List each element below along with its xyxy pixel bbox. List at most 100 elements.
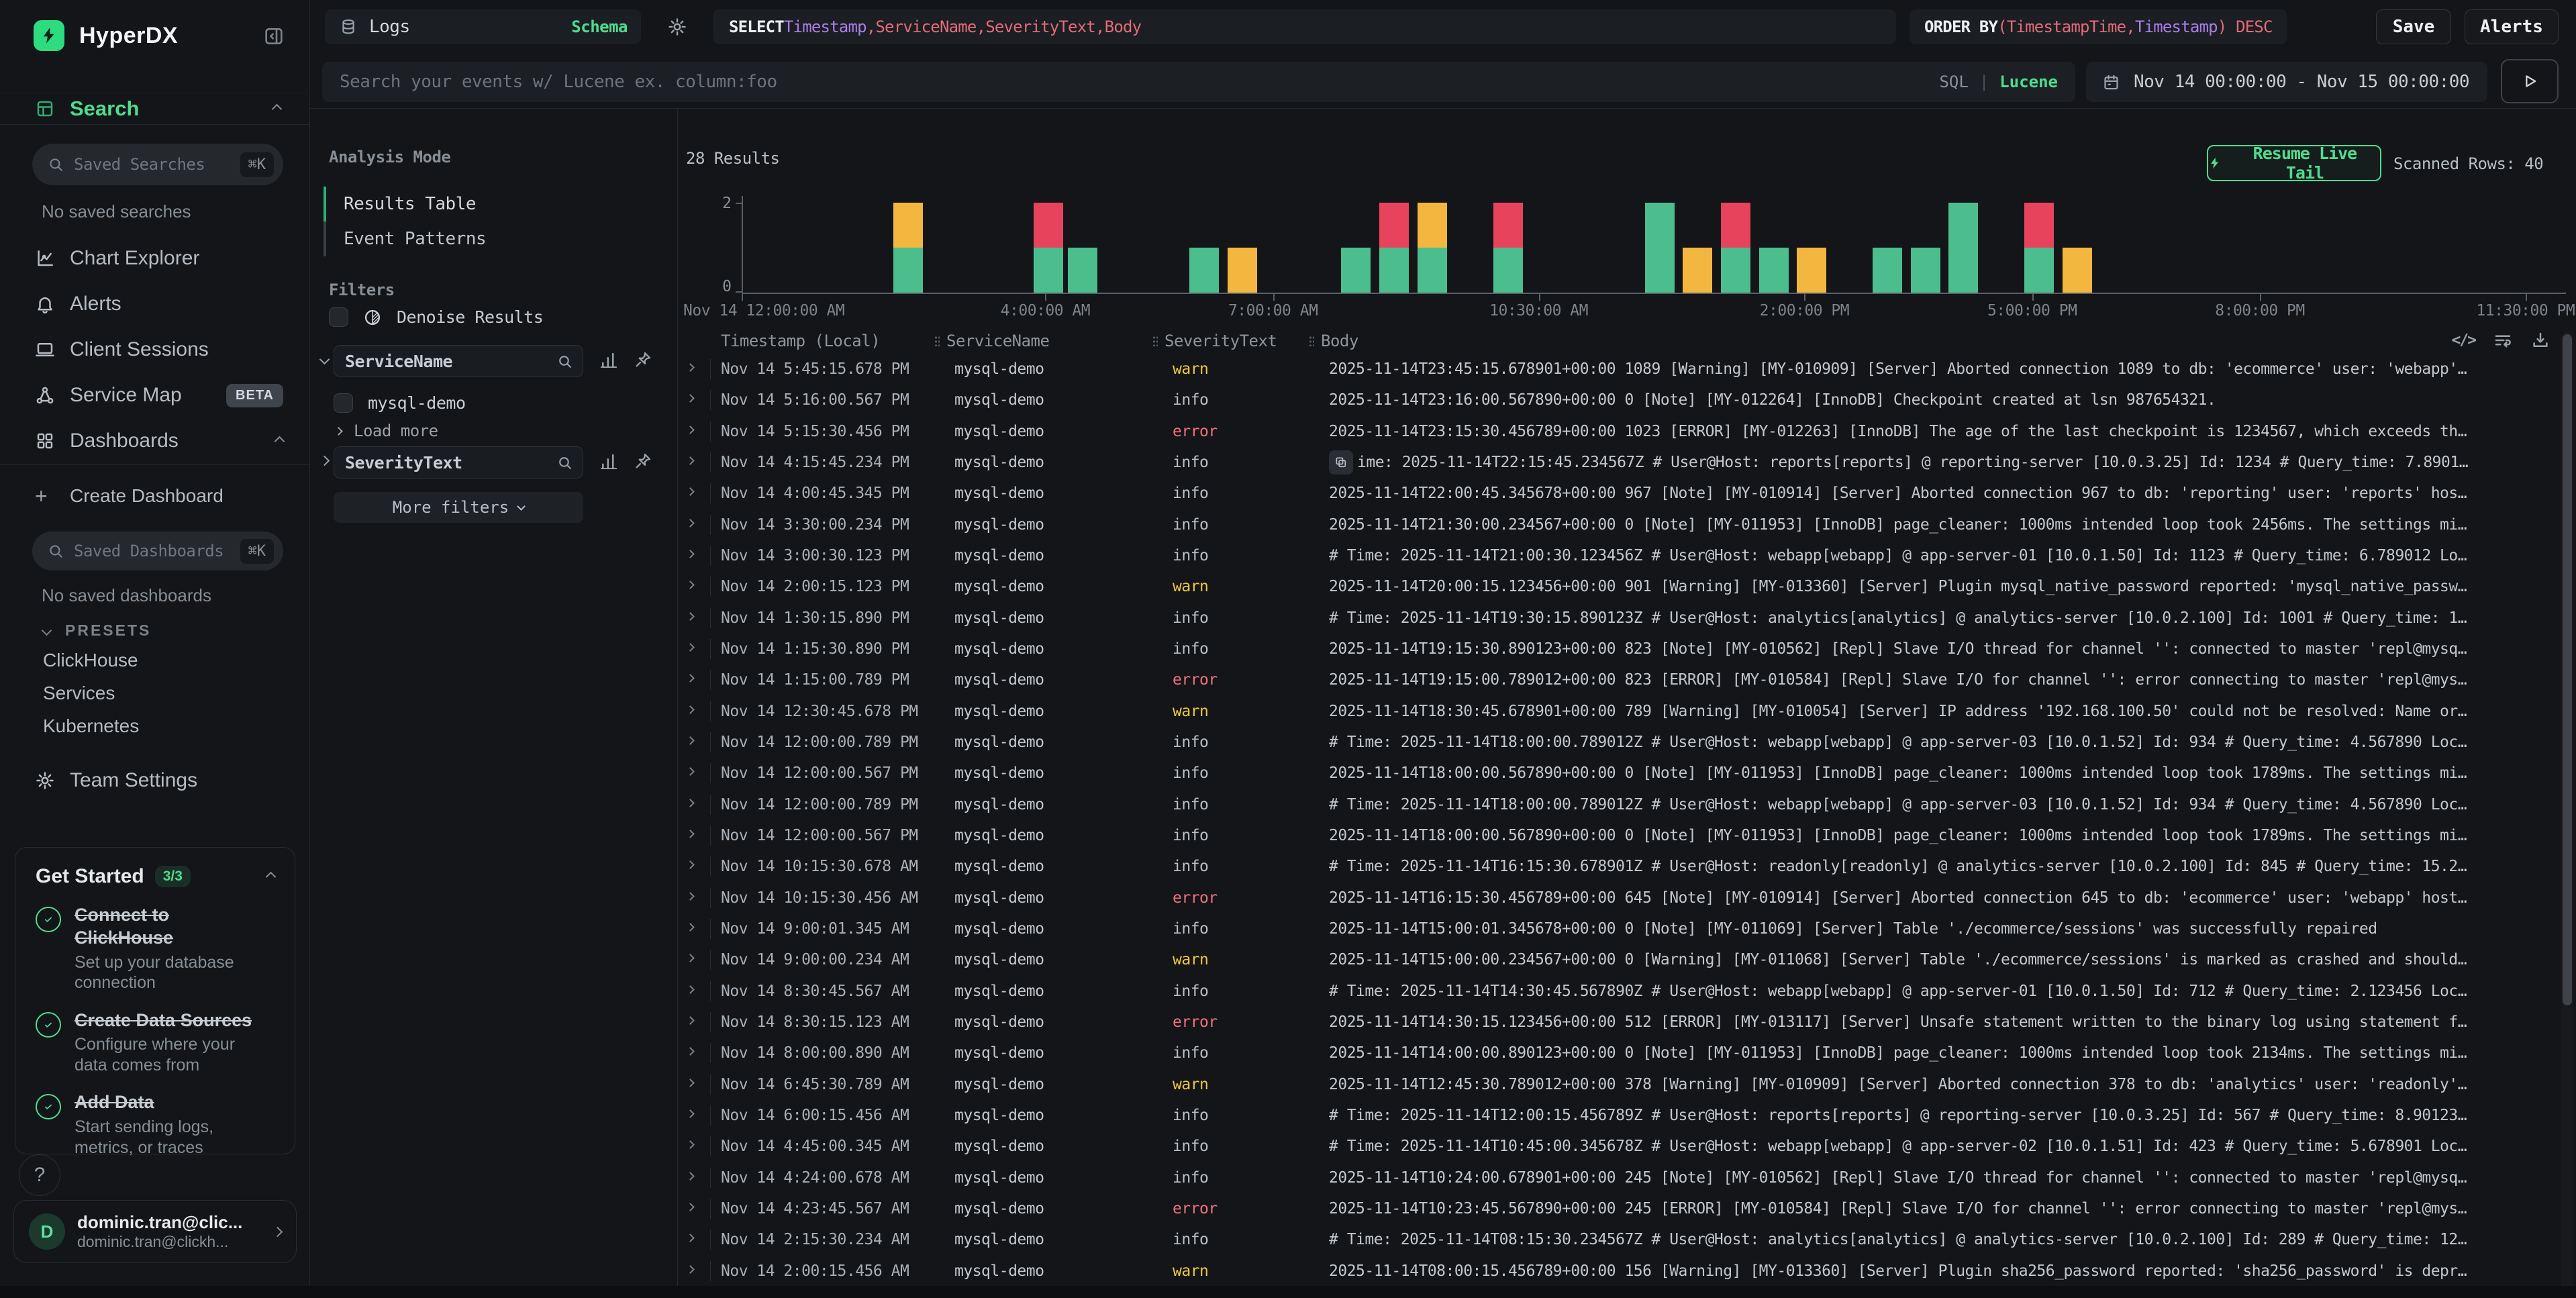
sidebar-item-client-sessions[interactable]: Client Sessions [0,328,310,372]
severitytext-collapse-chevron[interactable] [321,456,328,468]
filter-value-mysql-demo[interactable]: mysql-demo [334,393,466,413]
sidebar-item-preset-clickhouse[interactable]: ClickHouse [43,650,138,671]
row-expand-chevron[interactable] [686,456,695,465]
servicename-filter-box[interactable]: ServiceName [334,345,583,377]
row-expand-chevron[interactable] [686,736,695,745]
table-row[interactable]: Nov 14 8:30:15.123 AMmysql-demoerror2025… [678,1007,2576,1038]
histogram-bar[interactable] [1721,203,1750,293]
sidebar-item-alerts[interactable]: Alerts [0,282,310,326]
histogram-bar[interactable] [1873,248,1902,293]
table-row[interactable]: Nov 14 3:30:00.234 PMmysql-demoinfo2025-… [678,509,2576,540]
alerts-button[interactable]: Alerts [2465,9,2559,44]
search-icon[interactable] [556,353,573,370]
row-expand-chevron[interactable] [686,394,695,403]
chevron-up-icon[interactable] [266,871,277,882]
histogram-bar[interactable] [1683,248,1712,293]
table-row[interactable]: Nov 14 12:00:00.567 PMmysql-demoinfo2025… [678,820,2576,851]
table-row[interactable]: Nov 14 6:45:30.789 AMmysql-demowarn2025-… [678,1069,2576,1100]
event-search-input[interactable] [340,72,1926,92]
mode-event-patterns[interactable]: Event Patterns [324,221,605,256]
row-expand-chevron[interactable] [686,830,695,838]
presets-header[interactable]: PRESETS [43,621,151,640]
collapse-sidebar-icon[interactable] [263,26,285,47]
row-expand-chevron[interactable] [686,550,695,558]
servicename-pin-icon[interactable] [634,350,652,369]
row-expand-chevron[interactable] [686,799,695,807]
histogram-bar[interactable] [1228,248,1257,293]
row-expand-chevron[interactable] [686,705,695,714]
table-row[interactable]: Nov 14 4:23:45.567 AMmysql-demoerror2025… [678,1193,2576,1224]
row-expand-chevron[interactable] [686,426,695,434]
get-started-item[interactable]: Add DataStart sending logs, metrics, or … [36,1091,275,1158]
table-row[interactable]: Nov 14 12:00:00.567 PMmysql-demoinfo2025… [678,758,2576,789]
severitytext-pin-icon[interactable] [634,452,652,470]
table-row[interactable]: Nov 14 5:16:00.567 PMmysql-demoinfo2025-… [678,385,2576,415]
col-body[interactable]: Body [1309,332,1358,350]
severitytext-filter-box[interactable]: SeverityText [334,446,583,479]
drag-handle-icon[interactable] [1309,336,1314,346]
col-timestamp[interactable]: Timestamp (Local) [721,332,880,350]
table-row[interactable]: Nov 14 2:00:15.456 AMmysql-demowarn2025-… [678,1256,2576,1287]
sidebar-item-preset-services[interactable]: Services [43,683,115,704]
sidebar-item-service-map[interactable]: Service Map BETA [0,373,310,417]
row-expand-chevron[interactable] [686,767,695,776]
source-select[interactable]: Logs Schema [325,9,641,44]
table-row[interactable]: Nov 14 6:00:15.456 AMmysql-demoinfo# Tim… [678,1100,2576,1131]
row-expand-chevron[interactable] [686,985,695,994]
table-row[interactable]: Nov 14 5:15:30.456 PMmysql-demoerror2025… [678,416,2576,447]
table-row[interactable]: Nov 14 12:30:45.678 PMmysql-demowarn2025… [678,696,2576,727]
order-by-input[interactable]: ORDER BY (TimestampTime, Timestamp) DESC [1910,9,2287,44]
table-row[interactable]: Nov 14 2:15:30.234 AMmysql-demoinfo# Tim… [678,1224,2576,1255]
wrap-text-icon[interactable] [2493,330,2513,350]
row-expand-chevron[interactable] [686,1203,695,1211]
histogram-bar[interactable] [1068,248,1097,293]
histogram-bar[interactable] [2063,248,2092,293]
histogram-bar[interactable] [1911,248,1940,293]
sidebar-item-preset-kubernetes[interactable]: Kubernetes [43,715,139,737]
settings-gear-icon[interactable] [667,17,687,37]
table-row[interactable]: Nov 14 8:00:00.890 AMmysql-demoinfo2025-… [678,1038,2576,1068]
row-expand-chevron[interactable] [686,1109,695,1118]
histogram-bar[interactable] [1379,203,1409,293]
copy-icon[interactable] [1329,450,1353,475]
row-expand-chevron[interactable] [686,1265,695,1274]
table-row[interactable]: Nov 14 12:00:00.789 PMmysql-demoinfo# Ti… [678,727,2576,758]
histogram-bar[interactable] [1948,203,1978,293]
row-expand-chevron[interactable] [686,860,695,869]
row-expand-chevron[interactable] [686,674,695,683]
table-row[interactable]: Nov 14 4:24:00.678 AMmysql-demoinfo2025-… [678,1162,2576,1193]
results-histogram[interactable]: 2 0 Nov 14 12:00:00 AM4:00:00 AM7:00:00 … [678,109,2576,330]
table-row[interactable]: Nov 14 5:45:15.678 PMmysql-demowarn2025-… [678,354,2576,385]
table-row[interactable]: Nov 14 4:45:00.345 AMmysql-demoinfo# Tim… [678,1131,2576,1162]
table-row[interactable]: Nov 14 2:00:15.123 PMmysql-demowarn2025-… [678,571,2576,602]
user-menu[interactable]: D dominic.tran@clic... dominic.tran@clic… [13,1200,297,1263]
denoise-results-filter[interactable]: Denoise Results [329,307,543,327]
table-row[interactable]: Nov 14 8:30:45.567 AMmysql-demoinfo# Tim… [678,976,2576,1007]
servicename-chart-icon[interactable] [599,350,619,370]
get-started-item[interactable]: Connect to ClickHouseSet up your databas… [36,904,275,993]
download-icon[interactable] [2530,330,2550,350]
create-dashboard-button[interactable]: + Create Dashboard [0,474,310,518]
table-row[interactable]: Nov 14 9:00:00.234 AMmysql-demowarn2025-… [678,944,2576,975]
lang-lucene[interactable]: Lucene [1999,72,2058,91]
row-expand-chevron[interactable] [686,363,695,372]
help-button[interactable]: ? [19,1154,60,1196]
row-expand-chevron[interactable] [686,1016,695,1025]
col-servicename[interactable]: ServiceName [934,332,1049,350]
drag-handle-icon[interactable] [1152,336,1158,346]
get-started-item[interactable]: Create Data SourcesConfigure where your … [36,1009,275,1076]
table-row[interactable]: Nov 14 10:15:30.678 AMmysql-demoinfo# Ti… [678,851,2576,882]
histogram-bar[interactable] [1418,203,1447,293]
scrollbar-thumb[interactable] [2563,334,2572,1005]
table-row[interactable]: Nov 14 12:00:00.789 PMmysql-demoinfo# Ti… [678,789,2576,820]
histogram-bar[interactable] [1759,248,1789,293]
mode-results-table[interactable]: Results Table [324,187,605,221]
table-row[interactable]: Nov 14 1:15:30.890 PMmysql-demoinfo2025-… [678,634,2576,664]
select-query-input[interactable]: SELECT Timestamp,ServiceName,SeverityTex… [713,9,1896,44]
row-expand-chevron[interactable] [686,1047,695,1056]
table-row[interactable]: Nov 14 1:30:15.890 PMmysql-demoinfo# Tim… [678,603,2576,634]
row-expand-chevron[interactable] [686,1234,695,1242]
histogram-bar[interactable] [1797,248,1826,293]
mysql-demo-checkbox[interactable] [334,393,353,413]
row-expand-chevron[interactable] [686,892,695,901]
